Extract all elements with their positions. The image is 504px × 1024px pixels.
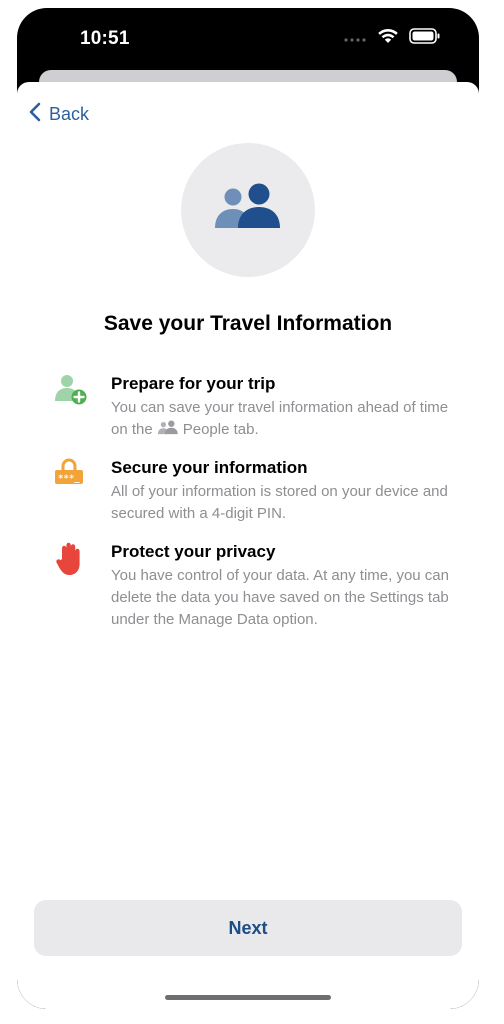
next-button-label: Next — [228, 917, 268, 938]
person-add-icon — [53, 372, 89, 413]
feature-body: You can save your travel information ahe… — [111, 397, 455, 443]
feature-body-text-tail: People tab. — [182, 421, 259, 438]
status-time: 10:51 — [80, 28, 130, 49]
people-icon — [157, 420, 179, 443]
chevron-left-icon — [29, 102, 41, 127]
back-button[interactable]: Back — [29, 102, 89, 127]
modal-sheet: Back Save your Travel Information Prepar… — [17, 82, 479, 1009]
people-icon — [212, 182, 284, 239]
feature-privacy: Protect your privacy You have control of… — [111, 541, 455, 631]
page-title: Save your Travel Information — [103, 312, 393, 335]
status-icons — [343, 28, 441, 49]
feature-secure: Secure your information All of your info… — [111, 457, 455, 525]
home-indicator — [165, 995, 331, 1000]
cellular-dots-icon — [343, 30, 367, 48]
lock-pin-icon: ***_ — [53, 457, 85, 494]
feature-body: You have control of your data. At any ti… — [111, 567, 449, 628]
battery-icon — [409, 28, 441, 49]
hero-circle — [181, 143, 315, 277]
back-label: Back — [49, 104, 90, 124]
status-bar: 10:51 — [17, 8, 479, 72]
feature-heading: Protect your privacy — [111, 542, 276, 561]
feature-prepare: Prepare for your trip You can save your … — [111, 373, 455, 443]
wifi-icon — [377, 28, 399, 49]
next-button[interactable]: Next — [34, 900, 462, 956]
feature-heading: Secure your information — [111, 458, 308, 477]
feature-heading: Prepare for your trip — [111, 374, 276, 393]
feature-body: All of your information is stored on you… — [111, 483, 448, 522]
raised-hand-icon — [54, 541, 84, 582]
phone-frame: 10:51 Back Save your Travel Information … — [17, 8, 479, 1009]
svg-text:***_: ***_ — [58, 474, 80, 484]
